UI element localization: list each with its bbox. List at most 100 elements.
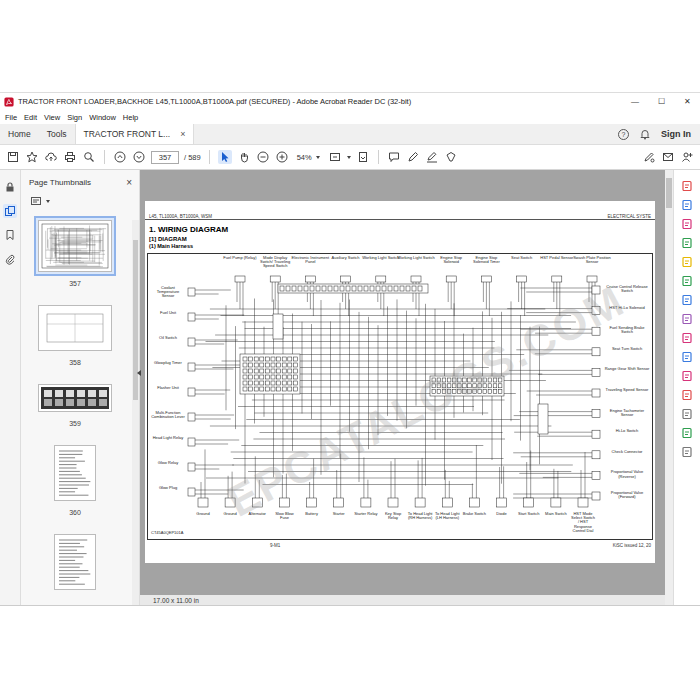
lock-icon[interactable] <box>3 180 17 194</box>
page-thumbnail[interactable] <box>50 530 100 594</box>
menu-bar: File Edit View Sign Window Help <box>0 110 700 124</box>
diagram-label: Alternator <box>244 512 270 516</box>
page-number-field[interactable]: 357 <box>151 151 179 164</box>
close-button[interactable]: ✕ <box>674 97 700 106</box>
tab-label[interactable]: TRACTOR FRONT L... <box>84 129 171 139</box>
page-thumbnail[interactable]: 360 <box>50 441 100 526</box>
fit-page-icon[interactable] <box>328 150 342 164</box>
diagram-label: Check Connector <box>604 450 650 454</box>
highlight-pen-icon[interactable] <box>406 150 420 164</box>
menu-item[interactable]: Edit <box>24 113 37 122</box>
sign-icon[interactable] <box>425 150 439 164</box>
scroll-mode-icon[interactable] <box>356 150 370 164</box>
minimize-button[interactable]: — <box>622 97 648 106</box>
document-scrollbar[interactable] <box>665 170 673 605</box>
print-icon[interactable] <box>63 150 77 164</box>
tool-icon[interactable] <box>681 387 693 399</box>
toolbar: 357 / 589 54% <box>0 145 700 170</box>
thumbnail-frame[interactable] <box>34 301 116 355</box>
tab[interactable]: TRACTOR FRONT L... × <box>75 124 195 144</box>
thumbnail-scrollbar[interactable] <box>132 220 139 605</box>
tool-icon[interactable] <box>681 178 693 190</box>
zoom-value[interactable]: 54% <box>297 153 312 162</box>
thumbnail-options-icon[interactable] <box>29 194 43 208</box>
thumbnail-frame[interactable] <box>50 441 100 505</box>
menu-item[interactable]: Window <box>89 113 116 122</box>
document-area: L45, TL1000A, BT1000A, WSMELECTRICAL SYS… <box>140 170 665 605</box>
add-person-icon[interactable] <box>680 150 694 164</box>
thumbnail-label: 360 <box>69 509 81 518</box>
stamp-icon[interactable] <box>444 150 458 164</box>
tab[interactable]: Home <box>0 124 39 144</box>
help-button[interactable]: ? <box>618 129 629 140</box>
previous-page-icon[interactable] <box>113 150 127 164</box>
tool-icon[interactable] <box>681 311 693 323</box>
tool-icon[interactable] <box>681 330 693 342</box>
diagram-label: Swash Plate Position Sensor <box>573 256 611 264</box>
menu-item[interactable]: File <box>5 113 17 122</box>
thumbnail-label: 359 <box>69 420 81 429</box>
cloud-upload-icon[interactable] <box>44 150 58 164</box>
tab-label[interactable]: Home <box>8 129 31 139</box>
tab-close-button[interactable]: × <box>180 129 185 139</box>
acrobat-window: TRACTOR FRONT LOADER,BACKHOE L45,TL1000A… <box>0 92 700 606</box>
bookmark-icon[interactable] <box>3 228 17 242</box>
page-thumbnail[interactable]: 357 <box>34 216 116 297</box>
menu-item[interactable]: Help <box>123 113 138 122</box>
search-icon[interactable] <box>82 150 96 164</box>
tool-icon[interactable] <box>681 235 693 247</box>
thumbnail-frame[interactable] <box>34 216 116 276</box>
next-page-icon[interactable] <box>132 150 146 164</box>
thumbnail-frame[interactable] <box>34 380 116 416</box>
bell-icon[interactable] <box>638 127 652 141</box>
collapse-left-icon[interactable] <box>137 370 141 376</box>
maximize-button[interactable]: ☐ <box>648 97 674 106</box>
mail-icon[interactable] <box>661 150 675 164</box>
save-icon[interactable] <box>6 150 20 164</box>
diagram-label: Start Switch <box>516 512 542 516</box>
tool-icon[interactable] <box>681 444 693 456</box>
diagram-label: Multi-Function Combination Lever <box>150 411 186 419</box>
attachment-icon[interactable] <box>3 252 17 266</box>
zoom-dropdown[interactable]: 54% <box>294 153 323 162</box>
zoom-in-icon[interactable] <box>275 150 289 164</box>
page-thumbnail[interactable]: 359 <box>34 380 116 437</box>
tool-icon[interactable] <box>681 197 693 209</box>
diagram-label: To Head Light (LH Harness) <box>434 512 460 520</box>
thumbnail-label: 358 <box>69 359 81 368</box>
diagram-label: Coolant Temperature Sensor <box>150 286 186 299</box>
diagram-label: Fuel Sending Brake Switch <box>604 326 650 334</box>
select-cursor-icon[interactable] <box>218 150 232 164</box>
panel-close-button[interactable]: × <box>126 177 132 188</box>
zoom-out-icon[interactable] <box>256 150 270 164</box>
tool-icon[interactable] <box>681 406 693 418</box>
document-view[interactable]: L45, TL1000A, BT1000A, WSMELECTRICAL SYS… <box>140 170 665 595</box>
comment-icon[interactable] <box>387 150 401 164</box>
acrobat-logo-icon <box>4 97 14 107</box>
diagram-label: HST Mode Select Switch / HST Response Co… <box>570 512 596 533</box>
tool-icon[interactable] <box>681 349 693 361</box>
diagram-label: Starter Relay <box>353 512 379 516</box>
diagram-label: Oil Switch <box>150 336 186 340</box>
menu-item[interactable]: View <box>44 113 60 122</box>
tool-icon[interactable] <box>681 368 693 380</box>
share-link-icon[interactable] <box>642 150 656 164</box>
thumbnail-frame[interactable] <box>50 530 100 594</box>
diagram-label: HST Pedal Sensor <box>538 256 576 260</box>
tool-icon[interactable] <box>681 273 693 285</box>
tool-icon[interactable] <box>681 254 693 266</box>
page-thumbnail[interactable]: 358 <box>34 301 116 376</box>
page-count: / 589 <box>184 153 201 162</box>
tab-label[interactable]: Tools <box>47 129 67 139</box>
page-title: 1. WIRING DIAGRAM <box>145 220 655 234</box>
hand-icon[interactable] <box>237 150 251 164</box>
page-thumbnails-icon[interactable] <box>3 204 17 218</box>
tool-icon[interactable] <box>681 292 693 304</box>
tool-icon[interactable] <box>681 425 693 437</box>
sign-in-button[interactable]: Sign In <box>661 129 691 139</box>
tab[interactable]: Tools <box>39 124 75 144</box>
page-header: L45, TL1000A, BT1000A, WSM <box>149 214 212 219</box>
menu-item[interactable]: Sign <box>67 113 82 122</box>
star-icon[interactable] <box>25 150 39 164</box>
tool-icon[interactable] <box>681 216 693 228</box>
